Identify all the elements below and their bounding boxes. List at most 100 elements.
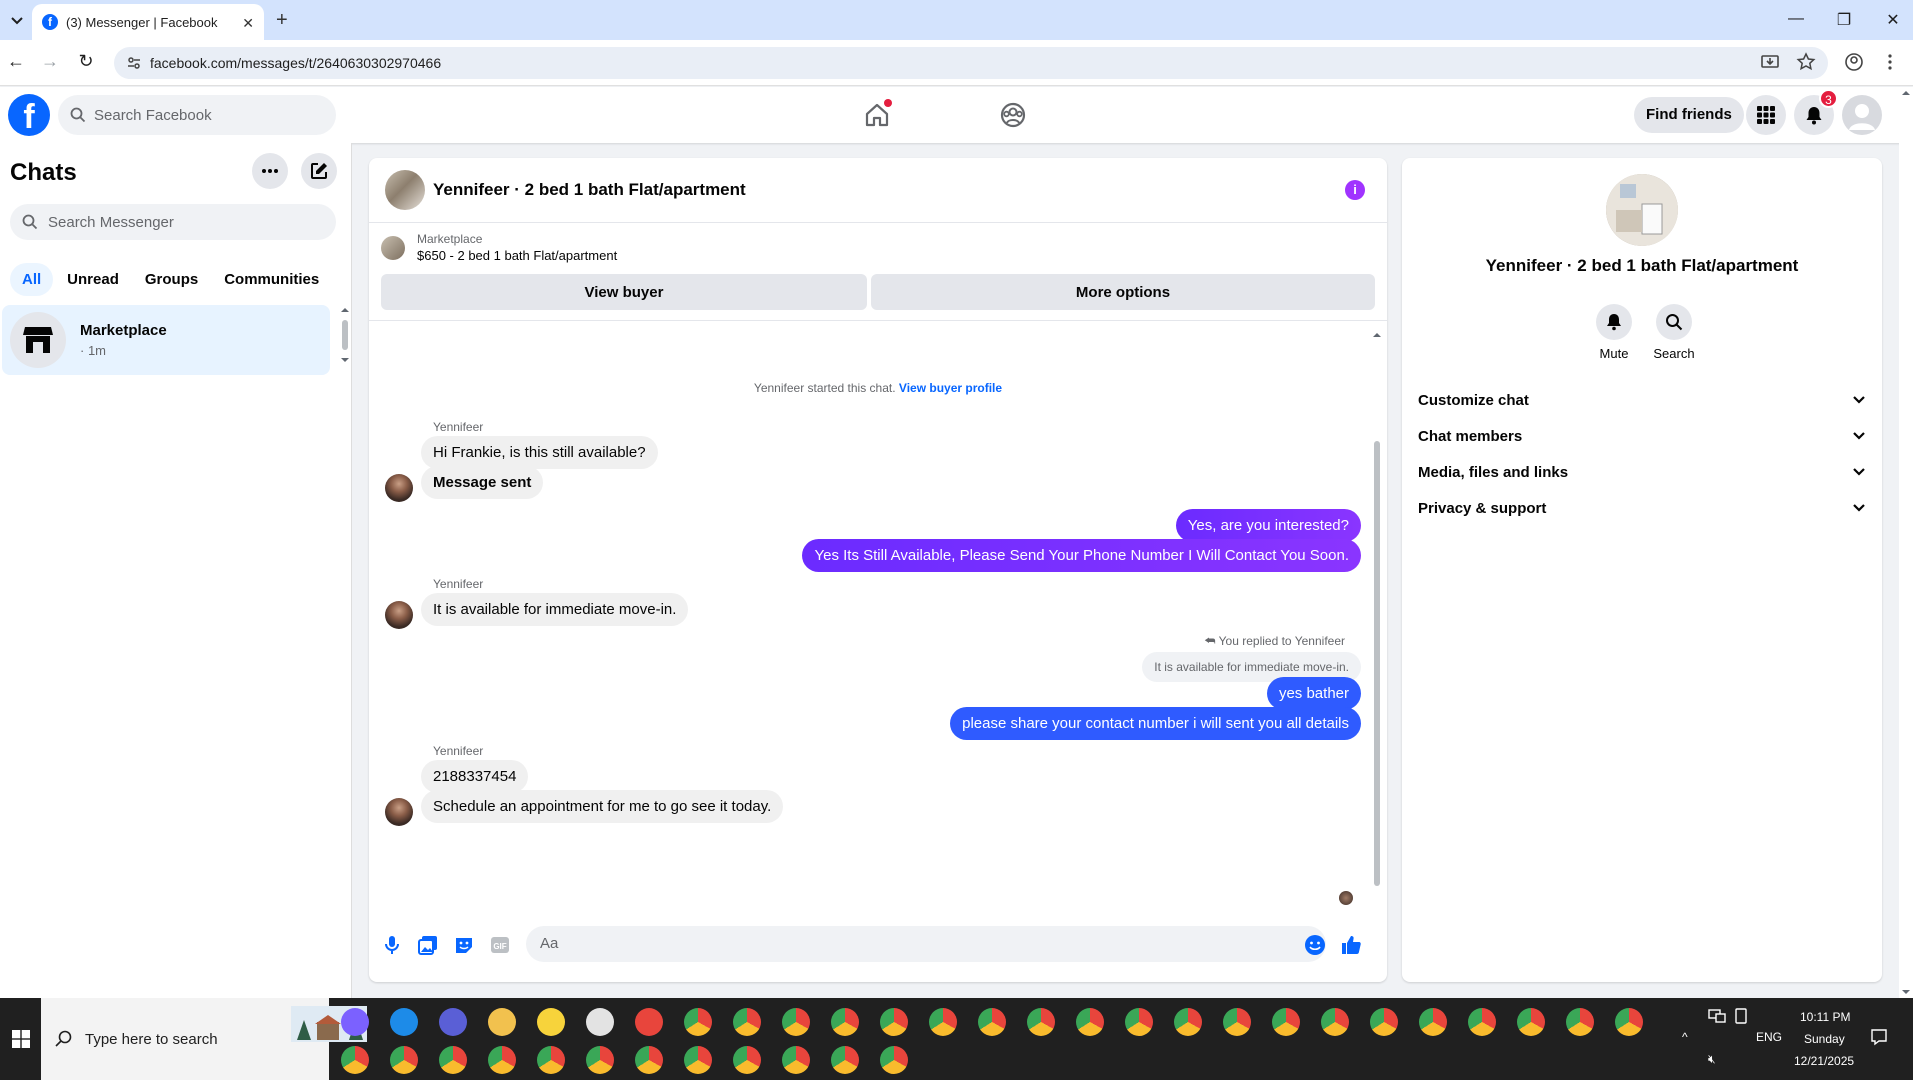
media-files-links-section[interactable]: Media, files and links [1418,454,1866,490]
filter-groups[interactable]: Groups [133,263,210,296]
chrome-profile-icon[interactable] [1223,1008,1251,1036]
browser-menu-icon[interactable] [1880,52,1900,72]
listing-avatar[interactable] [385,170,425,210]
chrome-profile-icon[interactable] [488,1046,516,1074]
thread-scrollbar[interactable] [1373,331,1381,911]
mute-action[interactable]: Mute [1584,304,1644,361]
chrome-profile-icon[interactable] [831,1046,859,1074]
chrome-profile-icon[interactable] [880,1008,908,1036]
chrome-icon[interactable] [635,1008,663,1036]
privacy-support-section[interactable]: Privacy & support [1418,490,1866,526]
search-messenger-input[interactable]: Search Messenger [10,204,336,240]
photo-icon[interactable] [417,934,439,956]
emoji-icon[interactable] [1304,934,1326,956]
search-action[interactable]: Search [1644,304,1704,361]
listing-profile-photo[interactable] [1606,174,1678,246]
find-friends-button[interactable]: Find friends [1634,97,1744,133]
chrome-profile-icon[interactable] [929,1008,957,1036]
customize-chat-section[interactable]: Customize chat [1418,382,1866,418]
chrome-profile-icon[interactable] [1566,1008,1594,1036]
view-buyer-button[interactable]: View buyer [381,274,867,310]
input-language[interactable]: ENG [1756,1030,1782,1044]
address-bar[interactable]: facebook.com/messages/t/2640630302970466 [114,47,1828,79]
clock-date[interactable]: 12/21/2025 [1794,1054,1854,1068]
device-icon[interactable] [1734,1008,1748,1024]
chrome-profile-icon[interactable] [1468,1008,1496,1036]
app-icon[interactable] [439,1008,467,1036]
tab-search-icon[interactable] [6,10,28,30]
sidebar-scrollbar[interactable] [340,306,350,366]
site-info-icon[interactable] [126,55,142,71]
more-options-button[interactable]: More options [871,274,1375,310]
network-icon[interactable] [1708,1008,1726,1024]
chrome-profile-icon[interactable] [1272,1008,1300,1036]
microphone-icon[interactable] [381,934,403,956]
chrome-profile-icon[interactable] [635,1046,663,1074]
info-icon[interactable]: i [1345,180,1365,200]
chrome-profile-icon[interactable] [1174,1008,1202,1036]
chrome-profile-icon[interactable] [831,1008,859,1036]
chrome-profile-icon[interactable] [1419,1008,1447,1036]
speaker-muted-icon[interactable]: 🔇︎ [1708,1052,1716,1067]
clock-day[interactable]: Sunday [1804,1032,1845,1046]
notification-center-icon[interactable] [1870,1028,1888,1046]
clock-time[interactable]: 10:11 PM [1800,1010,1850,1024]
back-icon[interactable]: ← [4,51,28,75]
new-tab-icon[interactable]: + [276,9,288,32]
facebook-search[interactable]: Search Facebook [58,95,336,135]
more-options-icon[interactable] [252,153,288,189]
sticker-icon[interactable] [453,934,475,956]
chrome-profile-icon[interactable] [684,1008,712,1036]
forward-icon[interactable]: → [38,51,62,75]
browser-tab[interactable]: f (3) Messenger | Facebook ✕ [32,4,264,40]
scroll-up-icon[interactable] [1373,331,1381,339]
chrome-profile-icon[interactable] [1370,1008,1398,1036]
sticky-notes-icon[interactable] [537,1008,565,1036]
close-window-icon[interactable]: ✕ [1873,10,1913,30]
file-explorer-icon[interactable] [488,1008,516,1036]
reload-icon[interactable]: ↻ [74,51,98,75]
chrome-profile-icon[interactable] [782,1008,810,1036]
conversation-title[interactable]: Yennifeer · 2 bed 1 bath Flat/apartment [433,180,746,200]
install-app-icon[interactable] [1760,52,1780,72]
taskbar-search[interactable]: Type here to search [41,998,367,1080]
paint-icon[interactable] [586,1008,614,1036]
chrome-profile-icon[interactable] [439,1046,467,1074]
copilot-icon[interactable] [341,1008,369,1036]
chrome-profile-icon[interactable] [1615,1008,1643,1036]
chrome-profile-icon[interactable] [586,1046,614,1074]
groups-icon[interactable] [997,99,1029,131]
restore-icon[interactable]: ❐ [1824,10,1864,30]
page-scrollbar[interactable] [1899,87,1913,998]
filter-communities[interactable]: Communities [212,263,331,296]
chrome-profile-icon[interactable] [1321,1008,1349,1036]
windows-start-icon[interactable] [0,998,41,1080]
chrome-profile-icon[interactable] [1517,1008,1545,1036]
chrome-profile-icon[interactable] [390,1046,418,1074]
chrome-profile-icon[interactable] [537,1046,565,1074]
message-input[interactable]: Aa [526,926,1326,962]
view-buyer-profile-link[interactable]: View buyer profile [899,381,1002,395]
chrome-profile-icon[interactable] [733,1046,761,1074]
marketplace-listing[interactable]: Marketplace $650 - 2 bed 1 bath Flat/apa… [381,232,617,263]
chrome-profile-icon[interactable] [782,1046,810,1074]
chrome-profile-icon[interactable] [341,1046,369,1074]
thumbs-up-icon[interactable] [1340,934,1362,956]
chrome-profile-icon[interactable] [733,1008,761,1036]
chrome-profile-icon[interactable] [1125,1008,1153,1036]
profile-icon[interactable] [1844,52,1864,72]
edge-icon[interactable] [390,1008,418,1036]
yennifeer-avatar[interactable] [385,798,413,826]
filter-all[interactable]: All [10,263,54,296]
yennifeer-avatar[interactable] [385,601,413,629]
new-message-icon[interactable] [301,153,337,189]
chat-list-item[interactable]: Marketplace · 1m [2,305,330,375]
show-hidden-icons[interactable]: ^ [1682,1030,1688,1044]
chrome-profile-icon[interactable] [978,1008,1006,1036]
scroll-thumb[interactable] [1374,441,1380,886]
yennifeer-avatar[interactable] [385,474,413,502]
filter-unread[interactable]: Unread [55,263,131,296]
chrome-profile-icon[interactable] [684,1046,712,1074]
facebook-logo-icon[interactable]: f [8,94,50,136]
gif-icon[interactable]: GIF [489,934,511,956]
